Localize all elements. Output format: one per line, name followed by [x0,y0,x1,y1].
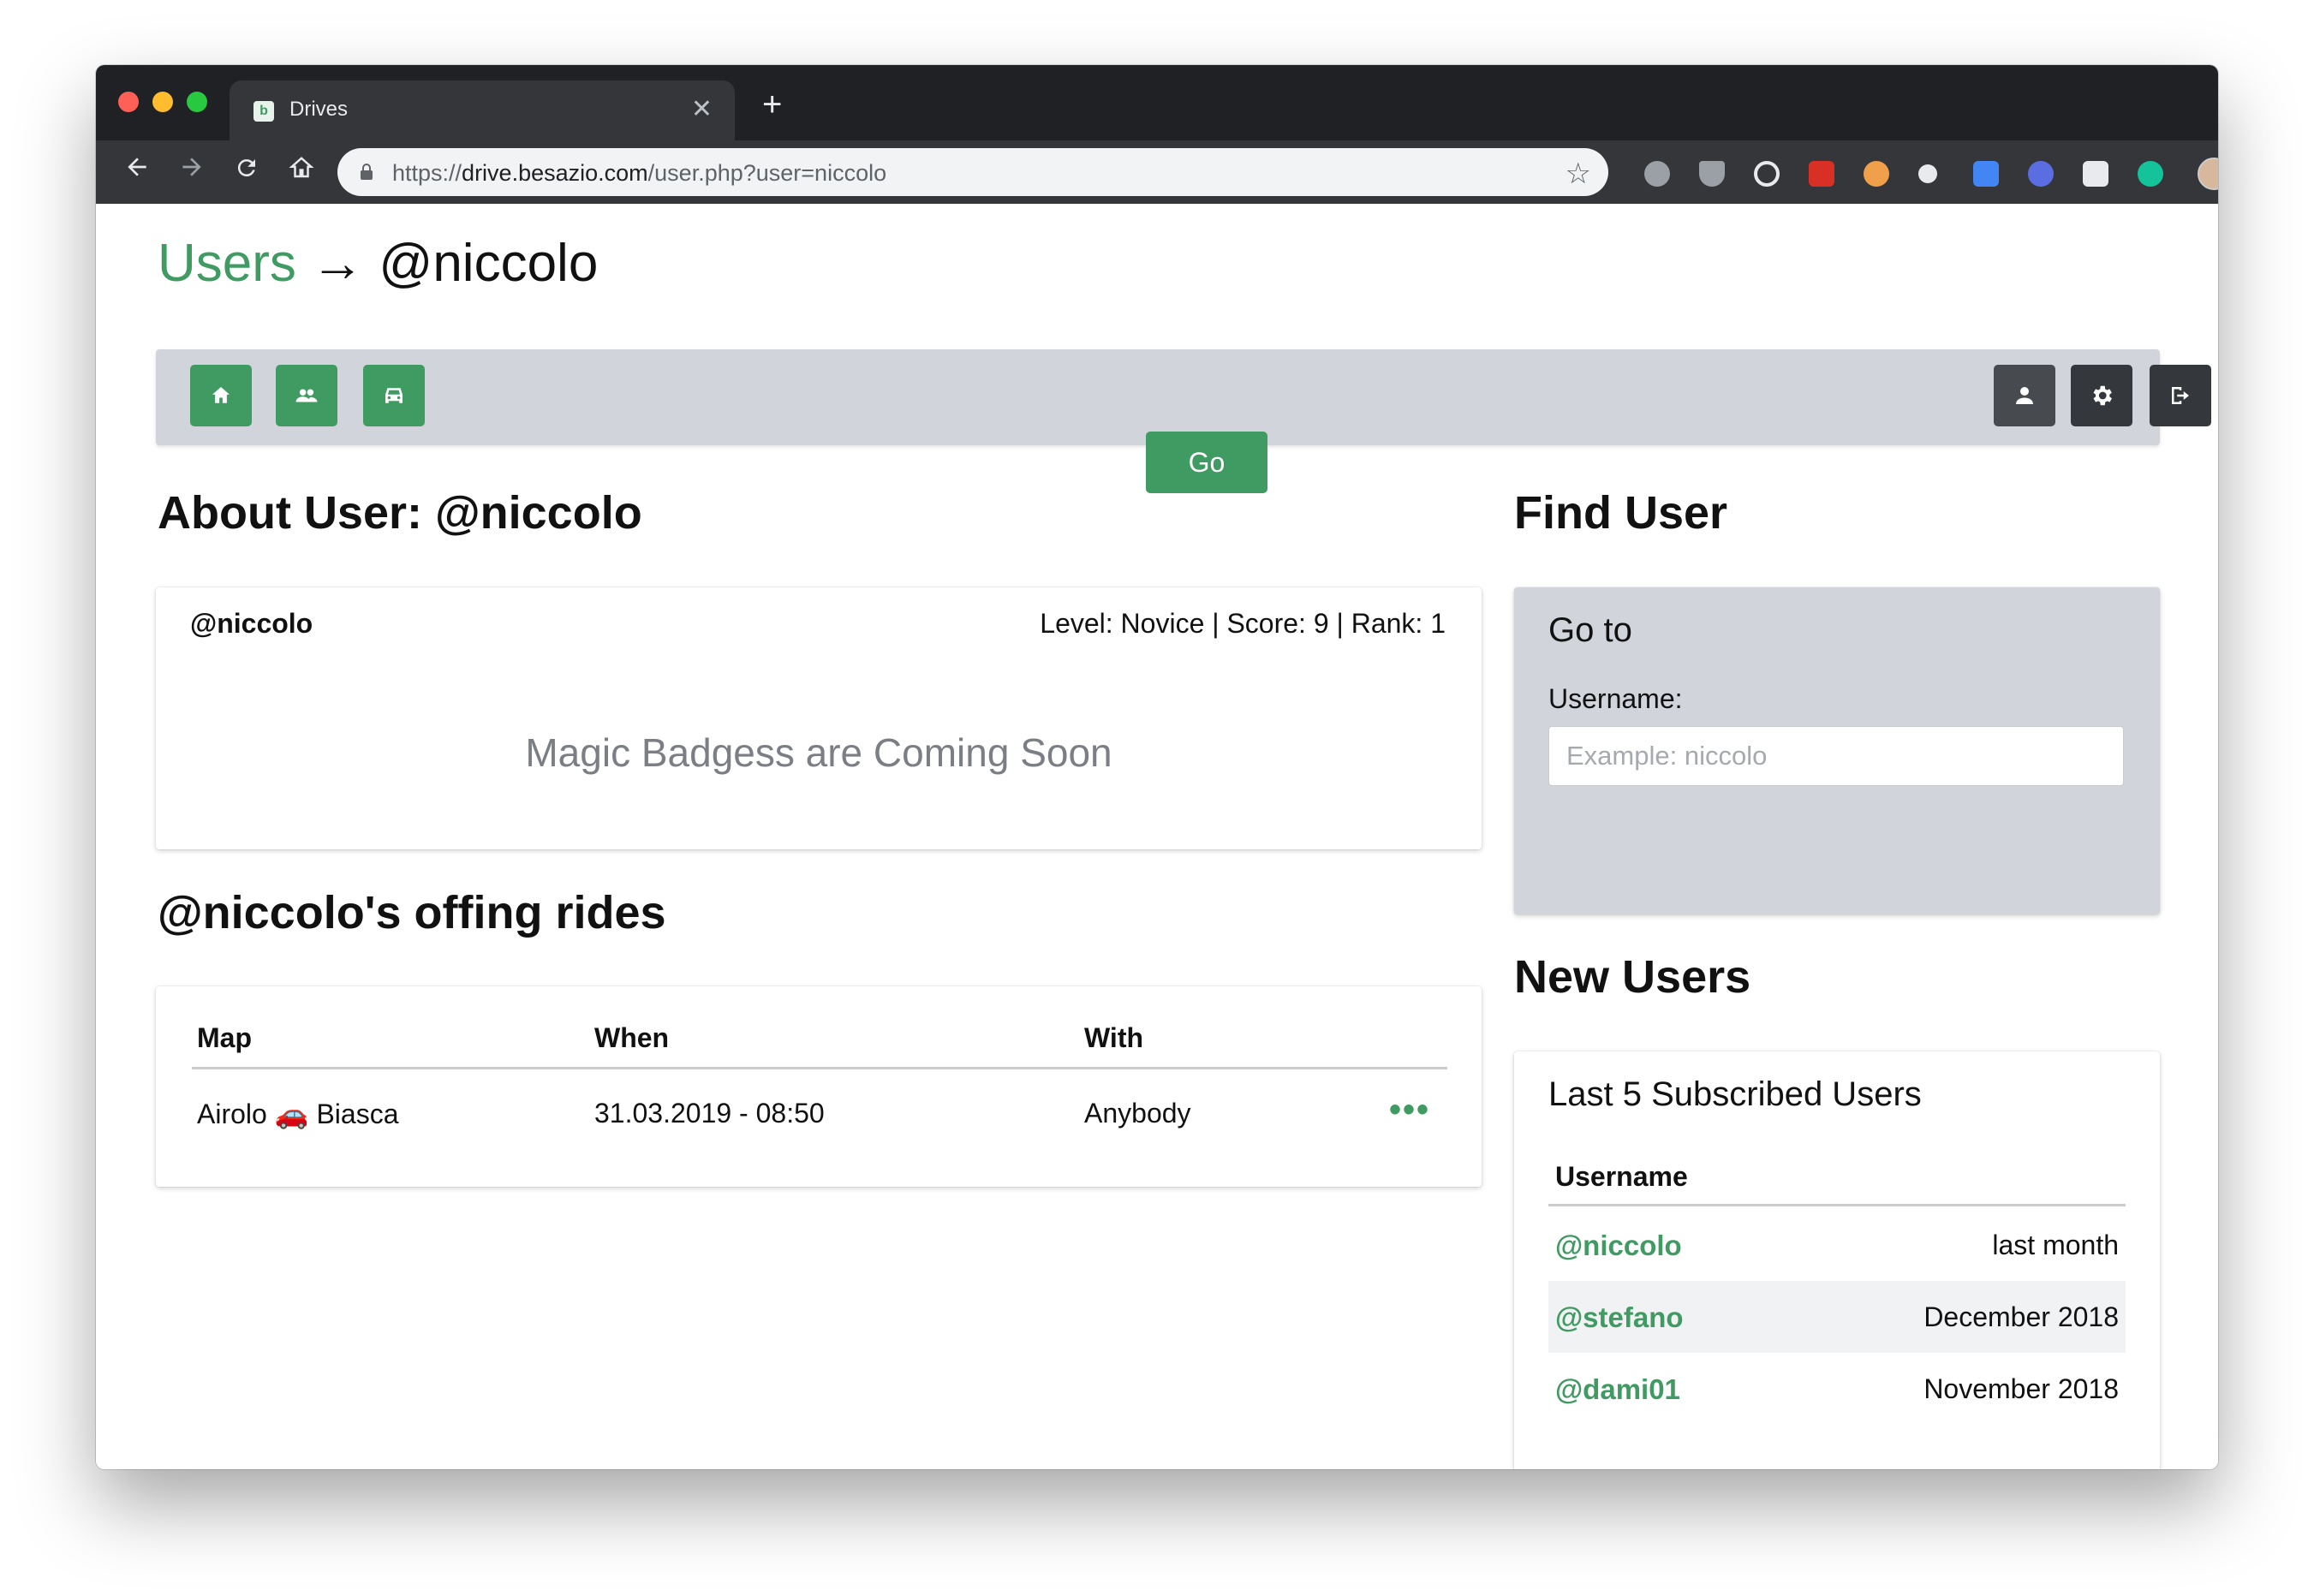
browser-toolbar: https://drive.besazio.com/user.php?user=… [96,140,2218,204]
translate-icon[interactable] [1973,161,1999,187]
new-users-heading: New Users [1514,951,1751,1003]
table-row: @dami01 November 2018 [1548,1353,2126,1425]
ride-with: Anybody [1084,1098,1191,1129]
url-path: /user.php?user=niccolo [647,160,887,186]
url-host: drive.besazio.com [462,160,648,186]
smiley-icon[interactable] [2083,161,2108,187]
tab-close-icon[interactable]: ✕ [691,94,713,124]
table-divider [1548,1204,2126,1206]
logout-icon [2172,387,2189,404]
profile-nav-button[interactable] [1994,365,2055,426]
title-bar: b Drives ✕ + [96,65,2218,140]
about-username: @niccolo [190,608,313,639]
new-users-title: Last 5 Subscribed Users [1548,1075,1922,1113]
subscribed-date: last month [1992,1230,2119,1260]
find-user-heading: Find User [1514,487,1728,539]
username-input[interactable] [1548,726,2124,786]
badges-message: Magic Badgess are Coming Soon [525,730,1112,775]
user-link[interactable]: @niccolo [1555,1230,1682,1262]
address-bar[interactable]: https://drive.besazio.com/user.php?user=… [337,148,1608,196]
users-icon [295,389,318,402]
breadcrumb: Users → @niccolo [158,233,598,294]
block-icon[interactable] [1754,161,1780,187]
url-scheme: https:// [392,160,462,186]
dots-icon[interactable] [1918,164,1937,183]
rides-table: Map When With Airolo 🚗 Biasca 31.03.2019… [156,986,1482,1187]
breadcrumb-arrow: → [311,234,365,293]
grammarly-icon[interactable] [2138,161,2163,187]
find-user-card: Go to Username: [1514,587,2160,914]
maximize-window-button[interactable] [187,92,207,112]
table-divider [192,1067,1447,1069]
find-user-title: Go to [1548,611,1632,649]
about-heading: About User: @niccolo [158,487,642,539]
column-header-username: Username [1555,1161,1688,1192]
back-button[interactable] [118,152,156,190]
reload-icon [237,159,255,177]
breadcrumb-current: @niccolo [379,234,599,293]
avatar[interactable] [2198,158,2218,190]
eyes-icon[interactable] [1864,161,1889,187]
favicon-icon: b [253,101,274,122]
logout-nav-button[interactable] [2150,365,2211,426]
bookmark-plus-icon[interactable] [1809,161,1834,187]
subscribed-date: November 2018 [1923,1373,2119,1404]
column-header-map: Map [197,1022,252,1053]
rides-nav-button[interactable] [363,365,425,426]
bookmark-star-icon[interactable]: ☆ [1566,157,1591,191]
table-row: @niccolo last month [1548,1209,2126,1281]
user-stats: Level: Novice | Score: 9 | Rank: 1 [1040,608,1446,639]
minimize-window-button[interactable] [152,92,173,112]
reload-button[interactable] [228,152,265,190]
home-nav-button[interactable] [190,365,252,426]
username-label: Username: [1548,683,1683,714]
user-link[interactable]: @dami01 [1555,1373,1680,1406]
column-header-when: When [594,1022,670,1053]
column-header-with: With [1084,1022,1144,1053]
ride-when: 31.03.2019 - 08:50 [594,1098,825,1129]
home-outline-icon [289,157,314,178]
profile-icon [2016,387,2033,404]
subscribed-date: December 2018 [1923,1301,2119,1332]
about-card: @niccolo Level: Novice | Score: 9 | Rank… [156,587,1482,849]
page-content: Users → @niccolo About User: @niccolo @n… [96,204,2218,1469]
browser-window: b Drives ✕ + https://drive.besazio.com/u… [96,65,2218,1469]
arrow-left-icon [128,158,146,176]
url-text: https://drive.besazio.com/user.php?user=… [392,160,886,187]
car-icon [385,388,403,403]
new-users-card: Last 5 Subscribed Users Username @niccol… [1514,1051,2160,1469]
puzzle-icon[interactable] [2028,161,2054,187]
user-link[interactable]: @stefano [1555,1301,1684,1334]
new-tab-button[interactable]: + [762,87,782,122]
arrow-right-icon [182,158,201,176]
home-button[interactable] [283,152,320,190]
table-row: @stefano December 2018 [1548,1281,2126,1353]
settings-nav-button[interactable] [2071,365,2132,426]
close-window-button[interactable] [118,92,139,112]
shield-icon[interactable] [1699,161,1725,187]
lock-icon [361,164,373,180]
ride-more-button[interactable]: ••• [1389,1091,1430,1129]
go-button[interactable]: Go [1146,432,1267,493]
rides-heading: @niccolo's offing rides [158,887,666,938]
breadcrumb-users-link[interactable]: Users [158,234,296,293]
browser-tab[interactable]: b Drives ✕ [230,80,735,140]
users-nav-button[interactable] [276,365,337,426]
ride-map: Airolo 🚗 Biasca [197,1099,399,1129]
forward-button[interactable] [173,152,211,190]
gear-icon [2093,385,2112,406]
home-icon [212,387,230,403]
adblock-plus-icon[interactable] [1644,161,1670,187]
tab-title: Drives [289,98,349,121]
